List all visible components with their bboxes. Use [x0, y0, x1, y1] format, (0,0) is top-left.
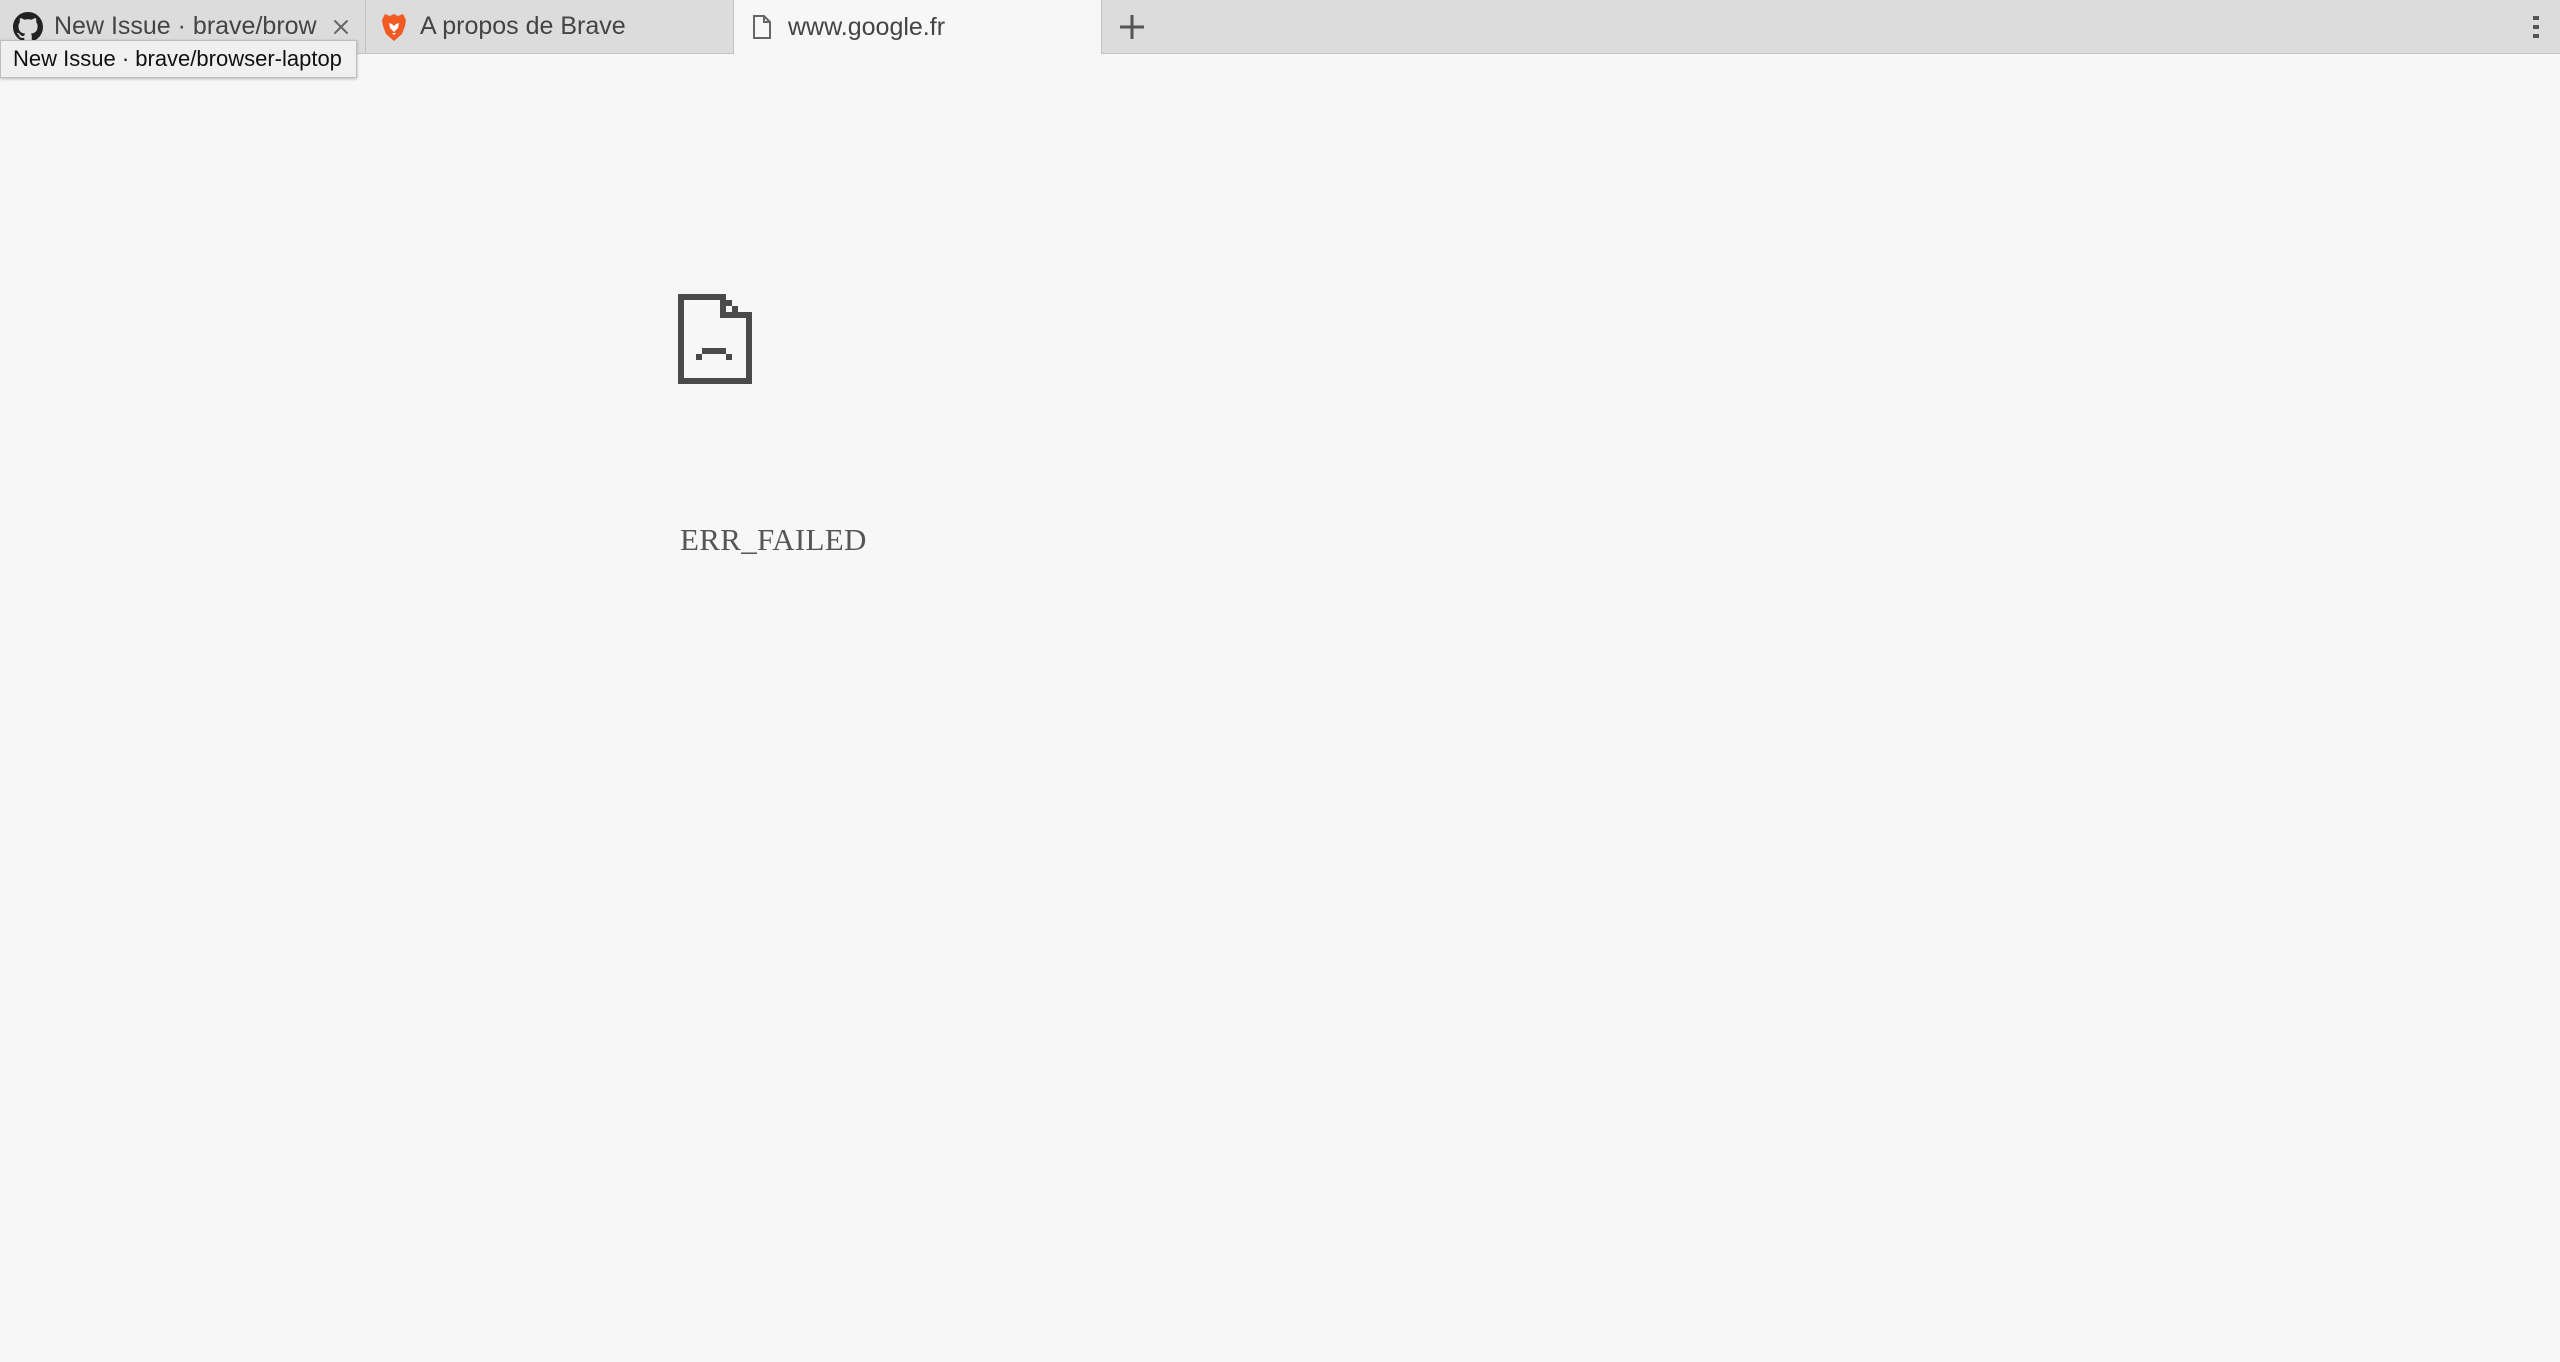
tab-title: www.google.fr — [788, 12, 946, 41]
tab-a-propos-de-brave[interactable]: A propos de Brave — [366, 0, 734, 53]
github-icon — [12, 11, 44, 43]
tab-strip: New Issue · brave/brow A propos de Brave… — [0, 0, 2560, 54]
new-tab-button[interactable] — [1112, 7, 1152, 47]
menu-icon — [2533, 16, 2539, 38]
brave-lion-icon — [378, 11, 410, 43]
plus-icon — [1120, 15, 1144, 39]
menu-button[interactable] — [2524, 10, 2548, 44]
tab-title: New Issue · brave/brow — [54, 12, 317, 40]
error-code: ERR_FAILED — [680, 522, 867, 557]
tab-tooltip: New Issue · brave/browser-laptop — [0, 40, 357, 78]
close-icon[interactable] — [327, 13, 355, 41]
page-icon — [746, 11, 778, 43]
tab-title: A propos de Brave — [420, 12, 626, 40]
sad-page-icon — [678, 294, 752, 384]
tab-www-google-fr[interactable]: www.google.fr — [734, 0, 1102, 54]
